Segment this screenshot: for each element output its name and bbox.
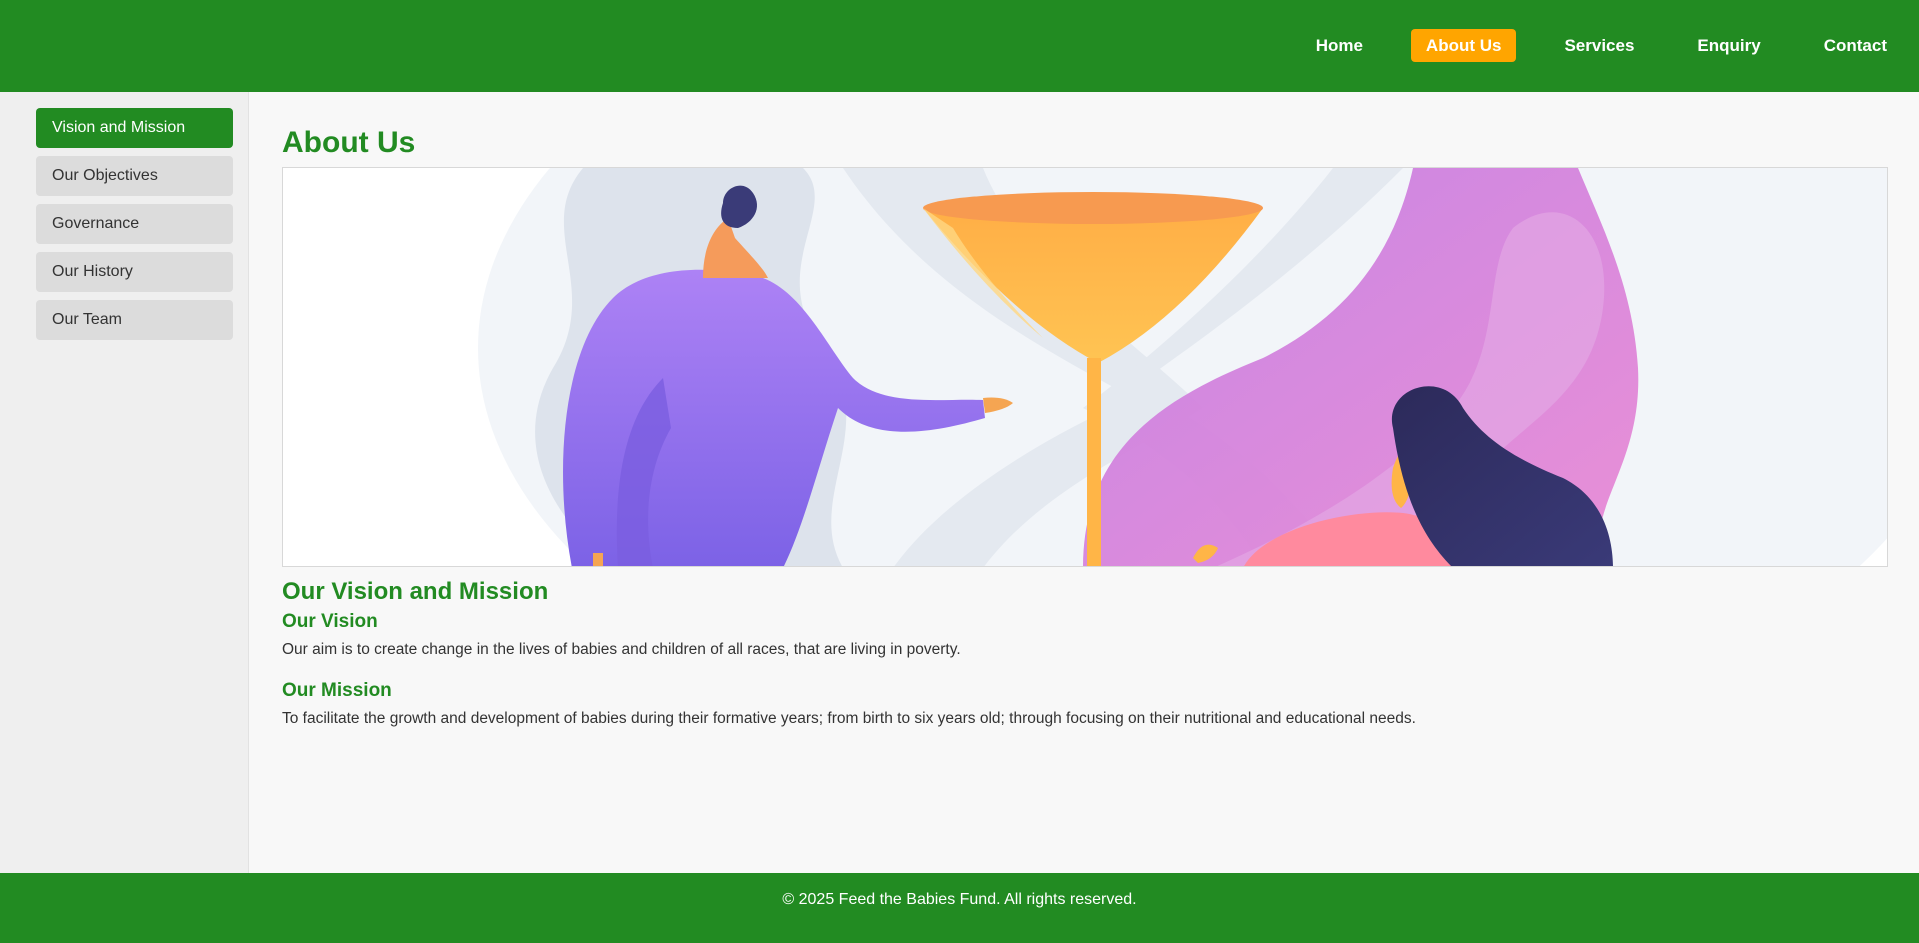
page-title: About Us (282, 126, 416, 159)
mission-heading: Our Mission (282, 680, 392, 701)
sidebar-item-governance[interactable]: Governance (36, 204, 233, 244)
sidebar-item-vision-and-mission[interactable]: Vision and Mission (36, 108, 233, 148)
footer: © 2025 Feed the Babies Fund. All rights … (0, 873, 1919, 943)
nav-about-us-link[interactable]: About Us (1410, 29, 1517, 62)
hero-illustration (282, 167, 1888, 567)
nav-services-link[interactable]: Services (1549, 29, 1649, 62)
footer-copyright: © 2025 Feed the Babies Fund. All rights … (782, 891, 1137, 908)
vision-heading: Our Vision (282, 611, 378, 632)
sidebar-item-our-history[interactable]: Our History (36, 252, 233, 292)
section-title-vision-mission: Our Vision and Mission (282, 578, 549, 605)
top-navigation-bar: Home About Us Services Enquiry Contact (0, 0, 1919, 92)
nav-home-link[interactable]: Home (1301, 29, 1378, 62)
mission-text: To facilitate the growth and development… (282, 710, 1416, 727)
vision-text: Our aim is to create change in the lives… (282, 641, 961, 658)
sidebar-item-our-objectives[interactable]: Our Objectives (36, 156, 233, 196)
sidebar-item-our-team[interactable]: Our Team (36, 300, 233, 340)
nav-contact-link[interactable]: Contact (1809, 29, 1902, 62)
nav-enquiry-link[interactable]: Enquiry (1682, 29, 1775, 62)
sidebar: Vision and Mission Our Objectives Govern… (0, 92, 249, 873)
people-with-hourglass-illustration (478, 168, 1887, 566)
main-nav: Home About Us Services Enquiry Contact (1301, 29, 1919, 62)
